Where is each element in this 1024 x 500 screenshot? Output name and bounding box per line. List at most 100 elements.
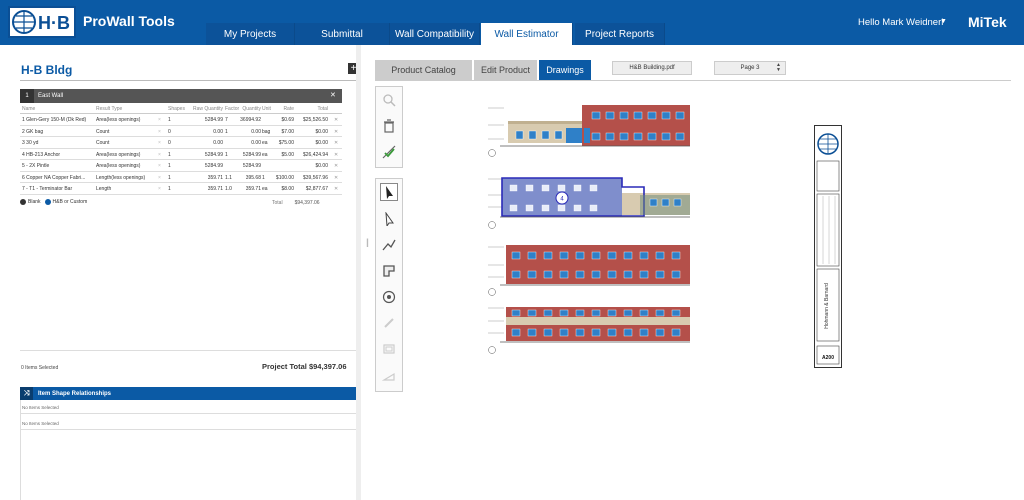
nav-wall-estimator[interactable]: Wall Estimator [481,23,573,45]
item-raw-quantity: 0.00 [213,140,223,146]
select-arrow-icon[interactable] [380,183,398,201]
point-count-icon[interactable] [380,288,398,306]
delete-row-icon[interactable]: ✕ [334,175,338,181]
window [559,309,569,317]
result-clear-icon[interactable]: × [158,186,161,192]
tab-drawings[interactable]: Drawings [539,60,591,80]
opening-icon[interactable] [380,340,398,358]
table-row[interactable]: 3 30 yd Count 0 0.00 0.00 ea $75.00 $0.00 × ✕ [20,137,342,149]
window [605,132,615,141]
delete-row-icon[interactable]: ✕ [334,163,338,169]
close-wall-icon[interactable]: ✕ [330,89,336,103]
item-name: 4 HB-213 Anchor [22,151,61,158]
window [675,132,685,141]
item-total: $25,526.50 [302,117,328,123]
page-selector[interactable]: Page 3 ▲ ▼ [714,61,786,75]
window [559,270,569,279]
result-clear-icon[interactable]: × [158,152,161,158]
item-factor: 1 [225,128,228,135]
relationships-panel [20,400,360,500]
item-total: $26,424.94 [302,151,328,158]
window [673,198,682,207]
polyline-icon[interactable] [380,236,398,254]
result-clear-icon[interactable]: × [158,129,161,135]
delete-row-icon[interactable]: ✕ [334,140,338,146]
page-stepper-icon[interactable]: ▲ ▼ [776,63,781,73]
hb-logo[interactable]: H·B [8,6,76,38]
nav-wall-compatibility[interactable]: Wall Compatibility [390,23,480,45]
slope-icon[interactable] [380,366,398,384]
window [525,184,534,192]
edit-vertex-icon[interactable] [380,210,398,228]
nav-submittal[interactable]: Submittal [295,23,390,45]
delete-row-icon[interactable]: ✕ [334,117,338,123]
result-clear-icon[interactable]: × [158,163,161,169]
pencil-icon[interactable] [380,314,398,332]
window [675,111,685,120]
item-total: $0.00 [315,163,328,169]
item-unit: bag [262,128,271,135]
user-greeting[interactable]: Hello Mark Weidnerl [858,17,943,28]
item-raw-quantity: 359.71 [207,186,223,192]
relationships-header[interactable]: ⤨ Item Shape Relationships [20,387,360,400]
delete-row-icon[interactable]: ✕ [334,129,338,135]
window [543,328,553,337]
tab-product-catalog[interactable]: Product Catalog [375,60,472,80]
window [623,309,633,317]
col-name: Name [22,106,36,112]
table-row[interactable]: 7 - T1 - Terminator Bar Length 1 359.71 1.0 3… [20,183,342,195]
table-row[interactable]: 2 GK bag Count 0 0.00 1 0.00 bag $7.00 $0.00 × ✕ [20,126,342,137]
items-selected: 0 Items Selected [21,365,59,371]
result-clear-icon[interactable]: × [158,117,161,123]
project-title: H-B Bldg [21,63,73,77]
delete-row-icon[interactable]: ✕ [334,152,338,158]
user-menu-caret-icon[interactable]: ▼ [940,18,947,25]
table-header-row: Name Result Type Shapes Raw Quantity Fac… [20,105,342,114]
table-row[interactable]: 1 Glen-Gery 150-M (Dk Red) Area(less open… [20,114,342,126]
window [647,132,657,141]
item-total: $39,567.96 [302,174,328,181]
item-name: 7 - T1 - Terminator Bar [22,186,73,192]
window [511,270,521,279]
elevation-drawing[interactable]: 4 [480,95,710,360]
trash-icon[interactable] [380,117,398,135]
window [661,111,671,120]
nav-my-projects[interactable]: My Projects [206,23,295,45]
window [655,270,665,279]
table-row[interactable]: 5 - 2X Pintle Area(less openings) 1 5284.99… [20,160,342,172]
zoom-tool-icon[interactable] [380,91,398,109]
delete-row-icon[interactable]: ✕ [334,186,338,192]
window [661,198,670,207]
window [557,204,566,212]
window [511,309,521,317]
legend: Blank H&B or Custom [20,199,87,205]
window [525,204,534,212]
tab-edit-product[interactable]: Edit Product [474,60,537,80]
item-factor: 1 [225,151,228,158]
panel-splitter[interactable] [356,45,361,500]
area-shape-icon[interactable] [380,262,398,280]
window [633,132,643,141]
splitter-grip-icon[interactable]: ||| [366,237,369,247]
hb-dot-icon [44,199,51,205]
item-total: $0.00 [315,140,328,146]
window [527,251,537,260]
window [527,328,537,337]
approve-measure-icon[interactable] [380,143,398,161]
result-clear-icon[interactable]: × [158,175,161,181]
item-shapes: 1 [168,174,171,181]
window [639,309,649,317]
result-clear-icon[interactable]: × [158,140,161,146]
nav-project-reports[interactable]: Project Reports [575,23,665,45]
item-rate: $5.00 [281,151,294,158]
table-row[interactable]: 6 Copper NA Copper Fabri... Length(less o… [20,172,342,183]
pdf-file-button[interactable]: H&B Building.pdf [612,61,692,75]
window [509,184,518,192]
wall-header[interactable]: 1 East Wall [20,89,342,103]
window [607,251,617,260]
table-row[interactable]: 4 HB-213 Anchor Area(less openings) 1 5284.… [20,149,342,160]
window [559,251,569,260]
window [541,130,550,140]
item-name: 1 Glen-Gery 150-M (Dk Red) [22,117,87,123]
item-factor: 1.0 [225,186,232,192]
